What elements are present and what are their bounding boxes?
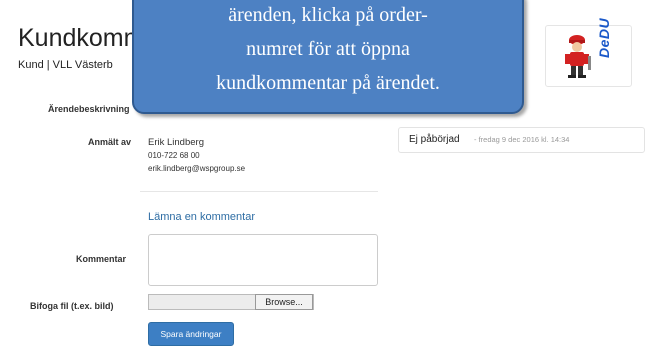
save-changes-button[interactable]: Spara ändringar (148, 322, 234, 346)
description-label: Ärendebeskrivning (48, 104, 130, 114)
tooltip-line-3: kundkommentar på ärendet. (216, 72, 440, 94)
attach-file-label: Bifoga fil (t.ex. bild) (30, 301, 114, 311)
logo-text: DeDU (596, 17, 612, 58)
reporter-phone: 010-722 68 00 (148, 151, 200, 160)
help-tooltip: ärenden, klicka på order- numret för att… (132, 0, 524, 114)
section-divider (140, 191, 378, 192)
tooltip-line-2: numret för att öppna (246, 38, 410, 60)
reported-by-label: Anmält av (88, 137, 132, 147)
page-subtitle: Kund | VLL Västerb (18, 59, 113, 71)
status-text: Ej påbörjad (409, 134, 460, 145)
reporter-name: Erik Lindberg (148, 137, 204, 148)
status-date: - fredag 9 dec 2016 kl. 14:34 (474, 135, 570, 144)
reporter-email[interactable]: erik.lindberg@wspgroup.se (148, 164, 245, 173)
browse-button[interactable]: Browse... (255, 294, 313, 310)
status-panel: Ej påbörjad - fredag 9 dec 2016 kl. 14:3… (398, 127, 645, 153)
comment-label: Kommentar (76, 254, 127, 264)
tooltip-line-1: ärenden, klicka på order- (228, 4, 428, 26)
page-title: Kundkomm (18, 24, 145, 52)
comment-section-title: Lämna en kommentar (148, 211, 255, 223)
logo: DeDU (545, 18, 632, 87)
comment-textarea[interactable] (148, 234, 378, 286)
